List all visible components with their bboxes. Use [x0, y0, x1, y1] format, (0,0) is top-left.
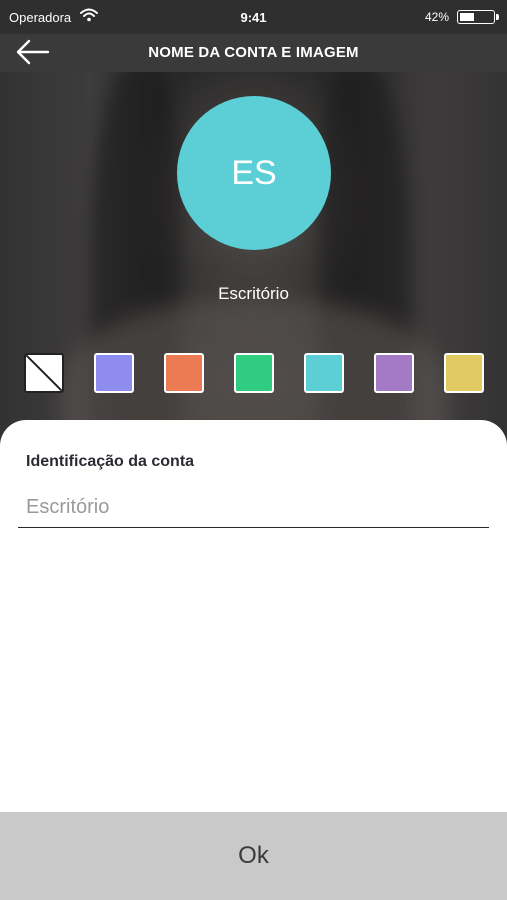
swatch-green[interactable] [234, 353, 274, 393]
battery-icon [457, 10, 499, 24]
no-color-icon [26, 355, 62, 391]
swatch-orange[interactable] [164, 353, 204, 393]
swatch-purple[interactable] [374, 353, 414, 393]
avatar[interactable]: ES [177, 96, 331, 250]
swatch-none[interactable] [24, 353, 64, 393]
nav-bar: NOME DA CONTA E IMAGEM [0, 34, 507, 72]
account-form-sheet: Identificação da conta [0, 420, 507, 812]
avatar-initials: ES [231, 153, 277, 192]
swatch-yellow[interactable] [444, 353, 484, 393]
status-bar: Operadora 9:41 42% [0, 0, 507, 34]
battery-percent: 42% [424, 10, 449, 24]
ok-button[interactable]: Ok [0, 812, 507, 900]
swatch-teal[interactable] [304, 353, 344, 393]
account-name-input[interactable] [18, 488, 489, 528]
page-title: NOME DA CONTA E IMAGEM [148, 44, 359, 61]
swatch-periwinkle[interactable] [94, 353, 134, 393]
account-name: Escritório [218, 284, 289, 303]
account-id-label: Identificação da conta [26, 453, 195, 470]
